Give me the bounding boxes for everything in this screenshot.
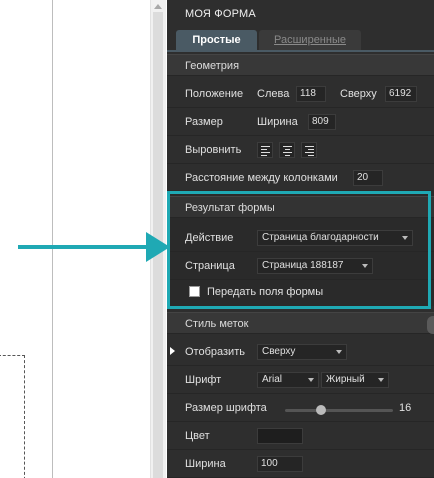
- row-action: Действие Страница благодарности: [167, 224, 434, 252]
- expand-arrow-icon[interactable]: [170, 347, 175, 355]
- chevron-down-icon: [362, 264, 368, 268]
- chevron-down-icon: [308, 378, 314, 382]
- left-label: Слева: [257, 88, 290, 100]
- row-page: Страница Страница 188187: [167, 252, 434, 280]
- canvas-guide-line: [52, 0, 53, 478]
- font-size-label: Размер шрифта: [185, 402, 267, 414]
- row-column-gap: Расстояние между колонками 20: [167, 164, 434, 192]
- row-size: Размер Ширина 809: [167, 108, 434, 136]
- page-label: Страница: [185, 260, 235, 272]
- tab-simple[interactable]: Простые: [176, 30, 257, 50]
- size-label: Размер: [185, 116, 223, 128]
- row-position: Положение Слева 118 Сверху 6192: [167, 80, 434, 108]
- section-geometry[interactable]: Геометрия: [167, 54, 434, 76]
- display-select[interactable]: Сверху: [257, 344, 347, 360]
- screen: МОЯ ФОРМА Простые Расширенные Геометрия …: [0, 0, 434, 478]
- form-properties-panel: МОЯ ФОРМА Простые Расширенные Геометрия …: [167, 0, 434, 478]
- column-gap-label: Расстояние между колонками: [185, 172, 338, 184]
- section-geometry-title: Геометрия: [185, 60, 240, 72]
- section-label-style-title: Стиль меток: [185, 318, 249, 330]
- tab-advanced[interactable]: Расширенные: [259, 30, 361, 50]
- action-label: Действие: [185, 232, 234, 244]
- tabs-divider: [167, 50, 434, 52]
- row-font: Шрифт Arial Жирный: [167, 366, 434, 394]
- scroll-up-arrow-icon[interactable]: [154, 4, 162, 9]
- align-right-icon[interactable]: [301, 142, 317, 158]
- color-label: Цвет: [185, 430, 210, 442]
- align-label: Выровнить: [185, 144, 242, 156]
- annotation-arrow-line: [18, 245, 150, 249]
- section-label-style[interactable]: Стиль меток: [167, 312, 434, 334]
- font-weight-select-value: Жирный: [326, 374, 365, 385]
- action-select[interactable]: Страница благодарности: [257, 230, 413, 246]
- font-select[interactable]: Arial: [257, 372, 319, 388]
- font-size-slider[interactable]: [285, 409, 393, 412]
- font-size-value: 16: [399, 402, 412, 414]
- align-left-icon[interactable]: [257, 142, 273, 158]
- font-weight-select[interactable]: Жирный: [321, 372, 389, 388]
- display-select-value: Сверху: [262, 346, 296, 357]
- panel-edge-handle[interactable]: [427, 316, 434, 334]
- row-label-width: Ширина 100: [167, 450, 434, 478]
- pass-fields-label: Передать поля формы: [207, 286, 324, 298]
- section-form-result[interactable]: Результат формы: [167, 196, 434, 218]
- panel-title: МОЯ ФОРМА: [185, 8, 256, 20]
- width-label: Ширина: [257, 116, 298, 128]
- column-gap-input[interactable]: 20: [353, 170, 383, 186]
- pass-fields-checkbox[interactable]: [189, 286, 200, 297]
- chevron-down-icon: [336, 350, 342, 354]
- action-select-value: Страница благодарности: [262, 232, 379, 243]
- section-form-result-title: Результат формы: [185, 202, 275, 214]
- label-width-label: Ширина: [185, 458, 226, 470]
- row-color: Цвет: [167, 422, 434, 450]
- top-label: Сверху: [340, 88, 377, 100]
- row-display: Отобразить Сверху: [167, 338, 434, 366]
- color-swatch[interactable]: [257, 428, 303, 444]
- font-select-value: Arial: [262, 374, 283, 385]
- font-label: Шрифт: [185, 374, 222, 386]
- label-width-input[interactable]: 100: [257, 456, 303, 472]
- row-align: Выровнить: [167, 136, 434, 164]
- left-input[interactable]: 118: [296, 86, 326, 102]
- canvas-selection-box[interactable]: [0, 355, 25, 478]
- chevron-down-icon: [402, 236, 408, 240]
- position-label: Положение: [185, 88, 244, 100]
- row-font-size: Размер шрифта 16: [167, 394, 434, 422]
- display-label: Отобразить: [185, 346, 245, 358]
- page-select[interactable]: Страница 188187: [257, 258, 373, 274]
- width-input[interactable]: 809: [308, 114, 336, 130]
- chevron-down-icon: [378, 378, 384, 382]
- page-select-value: Страница 188187: [262, 260, 344, 271]
- font-size-slider-handle[interactable]: [315, 405, 326, 415]
- top-input[interactable]: 6192: [385, 86, 417, 102]
- align-center-icon[interactable]: [279, 142, 295, 158]
